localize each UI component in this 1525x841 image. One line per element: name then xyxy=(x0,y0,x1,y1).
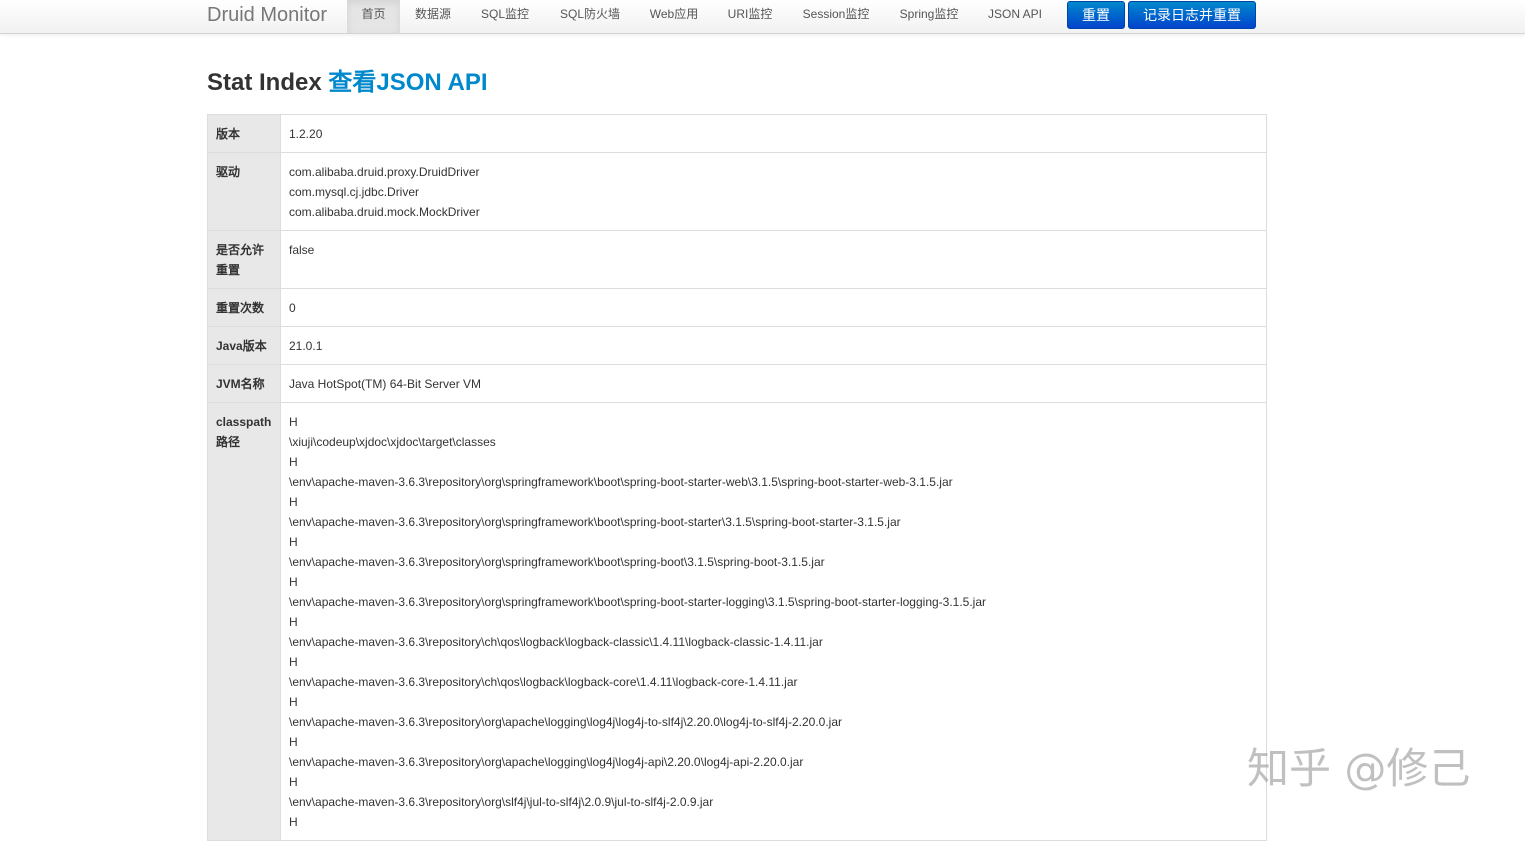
nav-spring-monitor[interactable]: Spring监控 xyxy=(890,0,968,33)
row-label: 版本 xyxy=(208,115,281,153)
zhihu-watermark: 知乎 @修己 xyxy=(1247,735,1470,796)
driver-item: com.alibaba.druid.proxy.DruidDriver xyxy=(289,162,1258,182)
classpath-item: \env\apache-maven-3.6.3\repository\org\s… xyxy=(289,472,1258,492)
table-row-java-version: Java版本 21.0.1 xyxy=(208,327,1267,365)
page-title: Stat Index 查看JSON API xyxy=(207,67,488,99)
row-label: 重置次数 xyxy=(208,289,281,327)
nav-datasource[interactable]: 数据源 xyxy=(404,0,462,33)
reset-button[interactable]: 重置 xyxy=(1067,1,1125,29)
table-row-jvm-name: JVM名称 Java HotSpot(TM) 64-Bit Server VM xyxy=(208,365,1267,403)
row-label: 驱动 xyxy=(208,153,281,231)
row-label: classpath路径 xyxy=(208,403,281,841)
classpath-item: H xyxy=(289,732,1258,752)
row-value: 0 xyxy=(281,289,1267,327)
classpath-item: H xyxy=(289,412,1258,432)
brand-title[interactable]: Druid Monitor xyxy=(207,2,327,28)
row-value: false xyxy=(281,231,1267,289)
classpath-item: H xyxy=(289,692,1258,712)
row-label: JVM名称 xyxy=(208,365,281,403)
classpath-item: \env\apache-maven-3.6.3\repository\org\s… xyxy=(289,792,1258,812)
nav-sql-firewall[interactable]: SQL防火墙 xyxy=(548,0,632,33)
classpath-item: \env\apache-maven-3.6.3\repository\org\s… xyxy=(289,592,1258,612)
row-value: Java HotSpot(TM) 64-Bit Server VM xyxy=(281,365,1267,403)
driver-item: com.mysql.cj.jdbc.Driver xyxy=(289,182,1258,202)
classpath-item: H xyxy=(289,772,1258,792)
classpath-item: H xyxy=(289,612,1258,632)
classpath-item: H xyxy=(289,492,1258,512)
table-row-reset-enable: 是否允许重置 false xyxy=(208,231,1267,289)
top-navbar: Druid Monitor 首页 数据源 SQL监控 SQL防火墙 Web应用 … xyxy=(0,0,1525,34)
classpath-item: \env\apache-maven-3.6.3\repository\org\a… xyxy=(289,712,1258,732)
nav-home[interactable]: 首页 xyxy=(347,0,400,33)
table-row-version: 版本 1.2.20 xyxy=(208,115,1267,153)
table-row-classpath: classpath路径 H \xiuji\codeup\xjdoc\xjdoc\… xyxy=(208,403,1267,841)
classpath-item: H xyxy=(289,572,1258,592)
table-row-reset-count: 重置次数 0 xyxy=(208,289,1267,327)
classpath-item: \env\apache-maven-3.6.3\repository\org\s… xyxy=(289,512,1258,532)
classpath-item: \xiuji\codeup\xjdoc\xjdoc\target\classes xyxy=(289,432,1258,452)
row-value-list: com.alibaba.druid.proxy.DruidDriver com.… xyxy=(281,153,1267,231)
classpath-item: H xyxy=(289,532,1258,552)
nav-web-app[interactable]: Web应用 xyxy=(640,0,708,33)
classpath-item: H xyxy=(289,812,1258,832)
row-label: 是否允许重置 xyxy=(208,231,281,289)
classpath-item: \env\apache-maven-3.6.3\repository\ch\qo… xyxy=(289,632,1258,652)
classpath-item: \env\apache-maven-3.6.3\repository\org\s… xyxy=(289,552,1258,572)
row-value: 21.0.1 xyxy=(281,327,1267,365)
stat-index-table: 版本 1.2.20 驱动 com.alibaba.druid.proxy.Dru… xyxy=(207,114,1267,841)
nav-sql-monitor[interactable]: SQL监控 xyxy=(470,0,540,33)
driver-item: com.alibaba.druid.mock.MockDriver xyxy=(289,202,1258,222)
json-api-link[interactable]: 查看JSON API xyxy=(328,69,487,96)
log-and-reset-button[interactable]: 记录日志并重置 xyxy=(1128,1,1256,29)
row-value-list: H \xiuji\codeup\xjdoc\xjdoc\target\class… xyxy=(281,403,1267,841)
nav-json-api[interactable]: JSON API xyxy=(978,0,1052,33)
classpath-item: H xyxy=(289,652,1258,672)
row-label: Java版本 xyxy=(208,327,281,365)
page-title-text: Stat Index xyxy=(207,69,322,96)
classpath-item: \env\apache-maven-3.6.3\repository\ch\qo… xyxy=(289,672,1258,692)
nav-uri-monitor[interactable]: URI监控 xyxy=(718,0,782,33)
classpath-item: \env\apache-maven-3.6.3\repository\org\a… xyxy=(289,752,1258,772)
nav-session-monitor[interactable]: Session监控 xyxy=(792,0,880,33)
row-value: 1.2.20 xyxy=(281,115,1267,153)
classpath-item: H xyxy=(289,452,1258,472)
table-row-drivers: 驱动 com.alibaba.druid.proxy.DruidDriver c… xyxy=(208,153,1267,231)
